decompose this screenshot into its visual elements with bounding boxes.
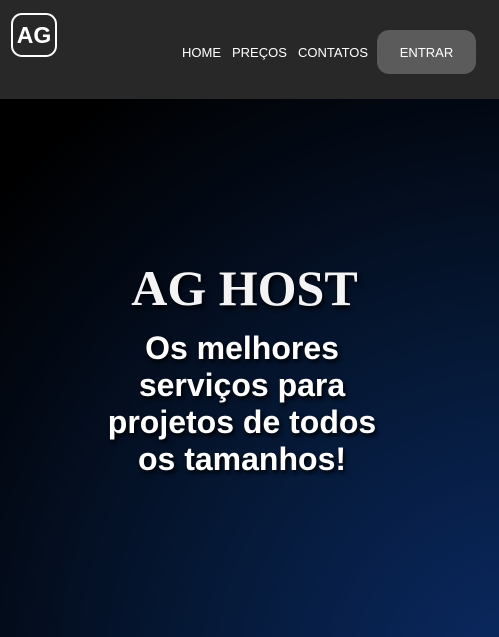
hero-subtitle: Os melhores serviços para projetos de to…: [107, 330, 377, 477]
nav-link-precos[interactable]: PREÇOS: [232, 44, 287, 62]
hero-title: AG HOST: [131, 260, 358, 316]
entrar-button[interactable]: ENTRAR: [377, 30, 476, 74]
hero-section: AG HOST Os melhores serviços para projet…: [0, 99, 499, 637]
nav-link-contatos[interactable]: CONTATOS: [298, 44, 368, 62]
logo-text: AG: [16, 21, 52, 48]
nav-link-home[interactable]: HOME: [182, 44, 221, 62]
ag-logo[interactable]: AG: [11, 13, 57, 57]
site-header: AG HOME PREÇOS CONTATOS ENTRAR: [0, 0, 499, 99]
